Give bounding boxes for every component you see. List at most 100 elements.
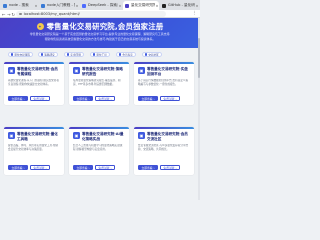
tag-dot-icon [119, 53, 122, 56]
course-card: ▣ 零售量化交易研究院·量化工具箱 提供选股、择时、风控等实用量化工具,帮助会员… [4, 127, 64, 175]
view-button[interactable]: 立即查看 › [8, 96, 28, 102]
reload-icon[interactable]: ↻ [12, 12, 16, 17]
deepseek-favicon-icon [82, 3, 86, 8]
course-card: ▣ 零售量化交易研究院·会员专属课程 系统化量化课程,从入门到进阶,由实盘交易者… [4, 62, 64, 105]
close-tab-icon[interactable]: × [118, 4, 122, 8]
view-button[interactable]: 立即查看 › [138, 165, 158, 171]
card-actions: 立即查看 › 免费试听 › [138, 96, 190, 102]
browser-tab-label: DeepSeek - 探索未至之境 [88, 3, 118, 7]
site-favicon-icon [125, 3, 129, 8]
trial-button[interactable]: 免费试听 › [95, 96, 115, 102]
ai-strategy-icon: ▣ [73, 132, 80, 139]
card-header: ▣ 零售量化交易研究院·会员专属课程 [8, 67, 61, 76]
card-actions: 立即查看 › 免费试听 › [8, 165, 60, 171]
tag-label: 策略研究 [44, 53, 55, 57]
card-description: 每周更新量化策略研究报告,覆盖股票、期货、ETF等多市场,附完整回测数据。 [73, 79, 121, 86]
card-header: ▣ 零售量化交易研究院·量化工具箱 [8, 132, 61, 141]
trial-button[interactable]: 免费试听 › [95, 165, 115, 171]
close-tab-icon[interactable]: × [75, 4, 79, 8]
tag-dot-icon [67, 53, 70, 56]
course-card: ▣ 零售量化交易研究院·AI量化策略实战 结合人工智能与机器学习的量化策略实战课… [69, 127, 129, 175]
course-card: ▣ 零售量化交易研究院·会员交流社区 会员专属交流社区,与众多量化爱好者分享经验… [134, 127, 194, 175]
tag-label: 实盘回测 [70, 53, 81, 57]
browser-tab-label: 量化交易研究院 [131, 3, 155, 7]
tag-dot-icon [11, 53, 14, 56]
card-actions: 立即查看 › 免费试听 › [8, 96, 60, 102]
card-header: ▣ 零售量化交易研究院·策略研究报告 [73, 67, 126, 76]
card-description: 基于真实行情数据的回测平台,支持自定义策略编写与参数优化,一键生成报告。 [138, 79, 189, 86]
forward-arrow-icon[interactable]: → [7, 12, 11, 17]
browser-tab-node-tutorial[interactable]: node入门教程 - 搜索 × [39, 1, 79, 10]
card-title[interactable]: 零售量化交易研究院·会员专属课程 [17, 67, 61, 76]
card-header: ▣ 零售量化交易研究院·AI量化策略实战 [73, 132, 126, 141]
hero-description-line: 帮助零售投资者系统掌握量化交易的方法与技巧,构建属于自己的交易系统与投资体系。 [44, 36, 156, 41]
trial-button[interactable]: 免费试听 › [160, 165, 180, 171]
scrollbar-thumb[interactable] [198, 38, 200, 78]
view-button[interactable]: 立即查看 › [73, 165, 93, 171]
tag-pill[interactable]: 实盘回测 [64, 52, 84, 57]
card-accent-strip [69, 127, 129, 129]
trial-button[interactable]: 免费试听 › [30, 165, 50, 171]
tag-list: 量化交易课程 策略研究 实盘回测 量化工具 会员专享 交易社区 [0, 50, 200, 60]
browser-tab-github[interactable]: GitHub - 量化研究 × [160, 1, 199, 10]
backtest-icon: ▣ [138, 67, 145, 74]
page-scrollbar[interactable] [198, 18, 200, 200]
card-actions: 立即查看 › 免费试听 › [73, 96, 125, 102]
search-favicon-icon [41, 3, 45, 8]
view-button[interactable]: 立即查看 › [138, 96, 158, 102]
kebab-menu-icon[interactable]: ⋮ [193, 11, 198, 16]
tag-pill[interactable]: 交易社区 [142, 52, 162, 57]
toolbox-icon: ▣ [8, 132, 15, 139]
search-favicon-icon [3, 3, 7, 8]
browser-tab-quant-institute[interactable]: 量化交易研究院 × [123, 1, 159, 10]
card-description: 系统化量化课程,从入门到进阶,由实盘交易者亲自讲授,帮助你快速建立交易体系。 [8, 79, 59, 86]
tag-pill[interactable]: 会员专享 [116, 52, 136, 57]
github-favicon-icon [162, 3, 166, 8]
view-button[interactable]: 立即查看 › [8, 165, 28, 171]
hero-title: 零售量化交易研究院,会员独家注册 [46, 22, 164, 31]
browser-toolbar: ← → ↻ localhost:8003/my_quant/html/ ⋮ [0, 10, 200, 18]
card-accent-strip [4, 127, 64, 129]
brand-logo-icon: ✦ [36, 23, 44, 30]
card-title[interactable]: 零售量化交易研究院·策略研究报告 [82, 67, 126, 76]
community-icon: ▣ [138, 132, 145, 139]
tag-dot-icon [145, 53, 148, 56]
hero-banner: ✦ 零售量化交易研究院,会员独家注册 零售量化交易研究院是一个基于实盘回测的量化… [0, 18, 200, 48]
card-description: 会员专属交流社区,与众多量化爱好者分享经验、交流策略、共同成长。 [138, 144, 189, 151]
tag-label: 会员专享 [122, 53, 133, 57]
address-bar[interactable]: localhost:8003/my_quant/html/ [16, 11, 166, 17]
browser-tab-node-search[interactable]: node - 搜索 × [1, 1, 38, 10]
browser-tab-deepseek[interactable]: DeepSeek - 探索未至之境 × [80, 1, 122, 10]
card-title[interactable]: 零售量化交易研究院·AI量化策略实战 [82, 132, 126, 141]
close-tab-icon[interactable]: × [34, 4, 38, 8]
card-title[interactable]: 零售量化交易研究院·量化工具箱 [17, 132, 61, 141]
card-description: 结合人工智能与机器学习的量化策略实战课程,讲解模型构建与实盘应用。 [73, 144, 123, 151]
card-title[interactable]: 零售量化交易研究院·实盘回测平台 [147, 67, 191, 76]
card-title[interactable]: 零售量化交易研究院·会员交流社区 [147, 132, 191, 141]
card-description: 提供选股、择时、风控等实用量化工具,帮助会员提升交易效率与决策质量。 [8, 144, 59, 151]
browser-window: node - 搜索 × node入门教程 - 搜索 × DeepSeek - 探… [0, 0, 200, 200]
tag-pill[interactable]: 量化交易课程 [8, 52, 33, 57]
tag-label: 交易社区 [148, 53, 159, 57]
back-arrow-icon[interactable]: ← [2, 12, 6, 17]
tag-pill[interactable]: 策略研究 [38, 52, 58, 57]
browser-tab-label: node - 搜索 [9, 3, 29, 7]
trial-button[interactable]: 免费试听 › [30, 96, 50, 102]
tag-dot-icon [93, 53, 96, 56]
address-url: localhost:8003/my_quant/html/ [23, 11, 80, 16]
browser-tab-label: node入门教程 - 搜索 [47, 3, 75, 7]
tag-pill[interactable]: 量化工具 [90, 52, 110, 57]
view-button[interactable]: 立即查看 › [73, 96, 93, 102]
card-accent-strip [134, 127, 194, 129]
close-tab-icon[interactable]: × [195, 4, 199, 8]
card-accent-strip [134, 62, 194, 64]
course-card: ▣ 零售量化交易研究院·策略研究报告 每周更新量化策略研究报告,覆盖股票、期货、… [69, 62, 129, 105]
close-tab-icon[interactable]: × [155, 4, 159, 8]
trial-button[interactable]: 免费试听 › [160, 96, 180, 102]
tab-strip: node - 搜索 × node入门教程 - 搜索 × DeepSeek - 探… [0, 0, 200, 10]
tag-dot-icon [41, 53, 44, 56]
site-info-icon[interactable] [19, 12, 22, 16]
course-card: ▣ 零售量化交易研究院·实盘回测平台 基于真实行情数据的回测平台,支持自定义策略… [134, 62, 194, 105]
hero-heading: ✦ 零售量化交易研究院,会员独家注册 [0, 21, 200, 32]
card-accent-strip [4, 62, 64, 64]
